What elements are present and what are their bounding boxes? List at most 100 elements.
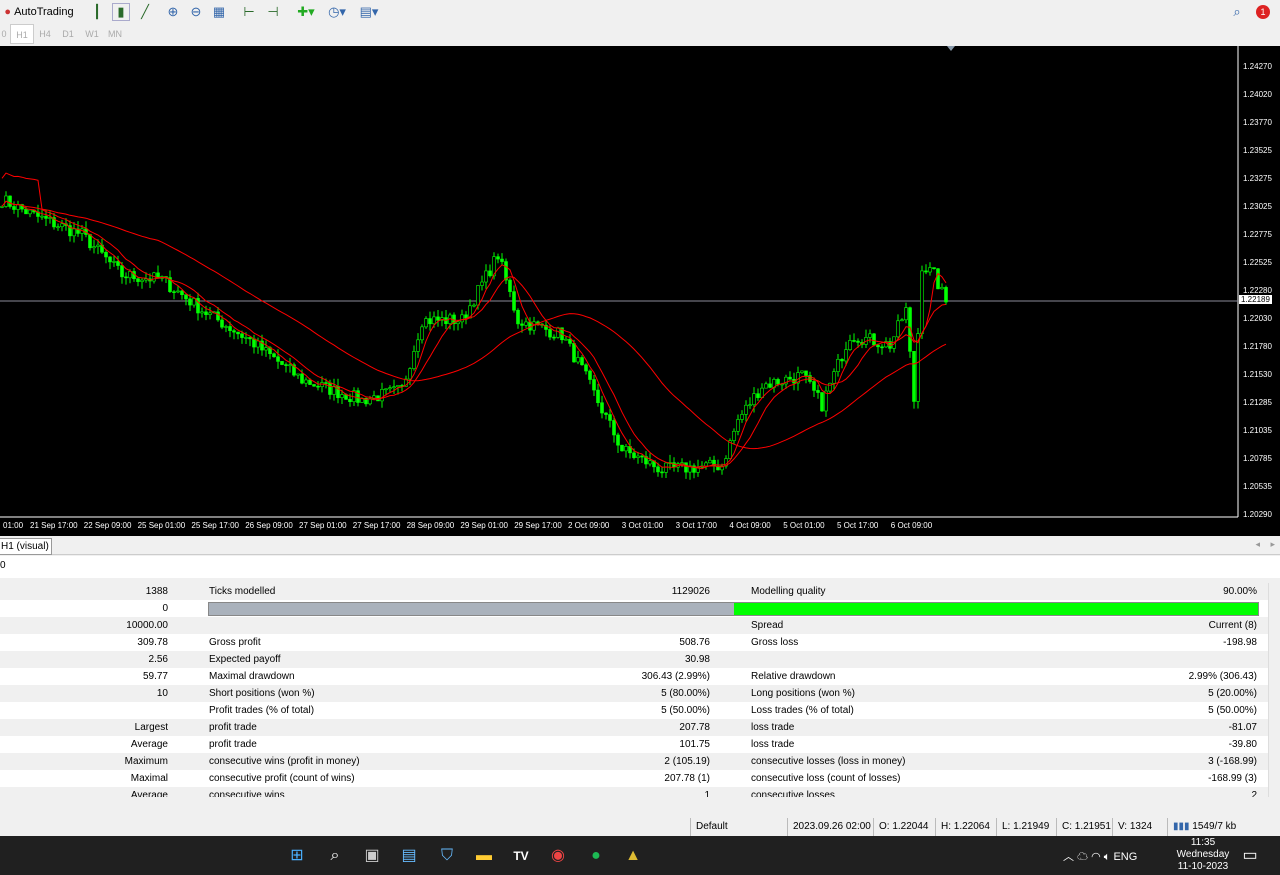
x-tick-label: 29 Sep 17:00 [514,521,562,530]
row-label: Maximal drawdown [209,671,295,682]
timeframe-mn[interactable]: MN [103,24,127,44]
notification-icon[interactable]: 1 [1252,3,1274,21]
chart-shift-icon[interactable]: ⊢ [240,3,258,21]
system-tray[interactable]: ︿ ☁ ◠ 🔈︎ ENG [1063,848,1137,864]
y-tick-label: 1.20535 [1243,482,1272,491]
row-label: consecutive wins (profit in money) [209,756,360,767]
row-label: Spread [751,620,784,631]
tab-visual[interactable]: H1 (visual) [0,538,52,555]
row-label: loss trade [751,739,795,750]
input-value[interactable]: 0 [0,560,6,571]
row-label: profit trade [209,722,257,733]
candle-body [244,337,248,339]
tradingview-icon[interactable]: TV [511,846,531,866]
timeframe-d1[interactable]: D1 [56,24,80,44]
candle-body [380,388,384,402]
candle-body [788,376,792,380]
candle-body [108,256,112,263]
scroll-left-icon[interactable]: ◂ [1255,539,1260,550]
line-chart-icon[interactable]: ╱ [136,3,154,21]
candle-body [488,270,492,277]
row-value: 90.00% [1223,586,1257,597]
candle-body [296,373,300,376]
x-tick-label: 5 Oct 17:00 [837,521,879,530]
row-value: -39.80 [1228,739,1257,750]
candle-body [232,330,236,333]
x-tick-label: 3 Oct 17:00 [675,521,717,530]
candle-body [180,290,184,295]
row-value: 1388 [145,586,168,597]
store-icon[interactable]: ⛉ [437,846,457,866]
notifications-icon[interactable]: ▭ [1240,846,1260,866]
scroll-right-icon[interactable]: ▸ [1270,539,1275,550]
candle-body [572,343,576,363]
y-tick-label: 1.21780 [1243,342,1272,351]
candle-body [104,252,108,258]
row-value: 5 (50.00%) [661,705,710,716]
autotrading-button[interactable]: ● AutoTrading [2,3,76,21]
candle-body [812,381,816,391]
row-value: Average [130,790,168,797]
candle-body [916,333,920,402]
y-tick-label: 1.21285 [1243,398,1272,407]
candle-body [264,347,268,351]
candle-body [184,294,188,300]
status-bar: Default 2023.09.26 02:00 O: 1.22044 H: 1… [0,818,1280,836]
candle-body [496,256,500,260]
zoom-in-icon[interactable]: ⊕ [164,3,182,21]
candle-body [832,371,836,384]
chevron-up-icon[interactable]: ︿ [1063,851,1074,863]
candle-body [584,364,588,372]
row-label: Short positions (won %) [209,688,315,699]
templates-icon[interactable]: ▤▾ [356,3,382,21]
file-explorer-icon[interactable]: ▬ [474,846,494,866]
status-profile: Default [690,818,785,836]
candle-body [288,364,292,367]
candle-body [476,285,480,306]
metatrader-icon[interactable]: ▲ [623,846,643,866]
candle-body [836,359,840,372]
spotify-icon[interactable]: ● [586,846,606,866]
candle-body [284,364,288,366]
periods-icon[interactable]: ◷▾ [324,3,350,21]
timeframe-h4[interactable]: H4 [33,24,57,44]
tile-windows-icon[interactable]: ▦ [210,3,228,21]
bar-chart-icon[interactable]: ┃ [88,3,106,21]
y-tick-label: 1.21035 [1243,426,1272,435]
zoom-out-icon[interactable]: ⊖ [187,3,205,21]
results-row: Maximal consecutive profit (count of wins… [0,770,1268,787]
timeframe-w1[interactable]: W1 [80,24,104,44]
y-tick-label: 1.24020 [1243,90,1272,99]
search-icon[interactable]: ⌕ [1228,3,1246,21]
search-icon[interactable]: ⌕ [325,846,345,866]
language-indicator[interactable]: ENG [1113,851,1137,863]
candle-body [480,281,484,286]
windows-start-icon[interactable]: ⊞ [287,846,307,866]
candle-body [324,382,328,384]
candlestick-icon[interactable]: ▮ [112,3,130,21]
price-chart[interactable]: 1.24270 1.24020 1.23770 1.23525 1.23275 1.230… [0,46,1280,536]
indicators-icon[interactable]: ✚▾ [293,3,319,21]
candle-body [632,452,636,458]
autoscroll-icon[interactable]: ⊣ [264,3,282,21]
status-low: L: 1.21949 [996,818,1049,836]
candle-body [928,267,932,273]
timeframe-h1[interactable]: H1 [10,24,34,44]
row-value: 207.78 [679,722,710,733]
row-value: 2 [1251,790,1257,797]
row-label: consecutive loss (count of losses) [751,773,901,784]
task-view-icon[interactable]: ▣ [362,846,382,866]
candle-body [56,226,60,229]
status-volume: V: 1324 [1112,818,1152,836]
candle-body [252,338,256,348]
results-scrollbar[interactable] [1268,583,1280,797]
clock[interactable]: 11:35 Wednesday 11-10-2023 [1170,837,1236,873]
chrome-icon[interactable]: ◉ [548,846,568,866]
candle-body [204,311,208,315]
row-value: 10000.00 [126,620,168,631]
y-tick-label: 1.22525 [1243,258,1272,267]
row-label: consecutive losses (loss in money) [751,756,906,767]
wifi-icon: ◠ [1091,851,1101,863]
row-value: 306.43 (2.99%) [641,671,710,682]
widgets-icon[interactable]: ▤ [399,846,419,866]
